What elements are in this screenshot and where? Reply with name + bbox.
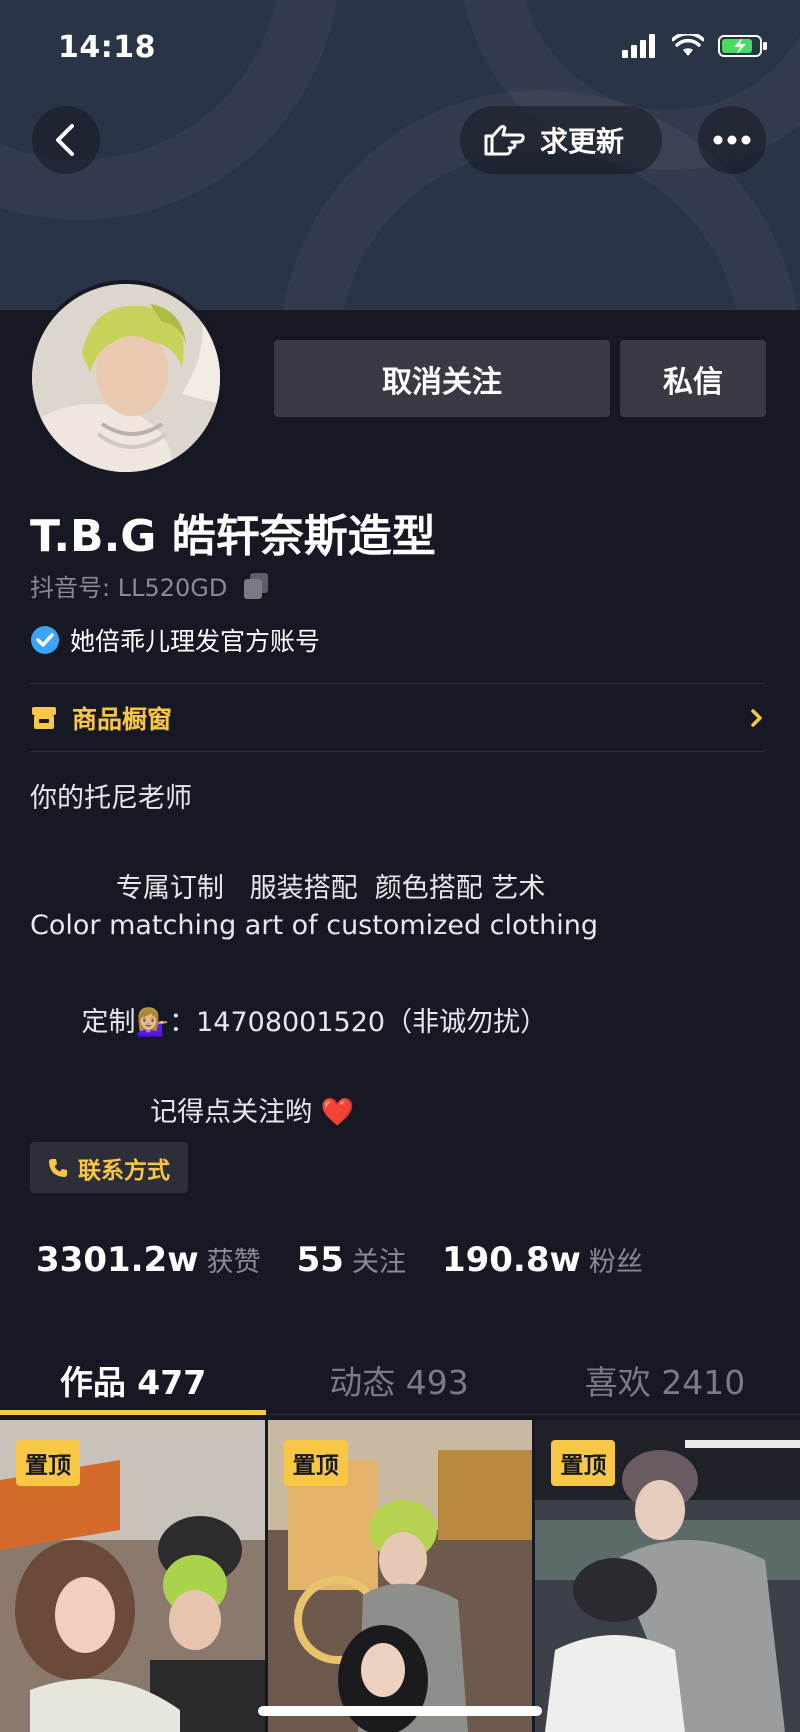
bio-line: Color matching art of customized clothin… — [30, 910, 598, 941]
phone-icon — [49, 1158, 67, 1177]
tab-active-indicator — [0, 1410, 266, 1415]
shop-window-row[interactable]: 商品橱窗 — [30, 684, 765, 752]
signal-icon — [622, 34, 655, 58]
profile-tabs: 作品 477 动态 493 喜欢 2410 — [0, 1340, 800, 1420]
status-time: 14:18 — [58, 30, 156, 65]
likes-stat: 3301.2w 获赞 — [36, 1240, 261, 1280]
status-bar: 14:18 — [0, 0, 800, 100]
bio-line: 专属订制 服装搭配 颜色搭配 艺术 — [30, 873, 546, 904]
pinned-badge: 置顶 — [283, 1440, 348, 1486]
divider — [30, 751, 765, 752]
battery-charging-icon — [718, 35, 767, 57]
copy-icon[interactable] — [241, 571, 271, 601]
followers-count: 190.8w — [441, 1240, 581, 1280]
request-update-button[interactable]: 求更新 — [460, 106, 662, 174]
back-button[interactable] — [32, 106, 100, 174]
profile-name: T.B.G 皓轩奈斯造型 — [30, 511, 436, 562]
followers-label: 粉丝 — [588, 1247, 643, 1278]
tab-works[interactable]: 作品 477 — [0, 1340, 266, 1420]
following-label: 关注 — [351, 1247, 406, 1278]
bio-line: 记得点关注哟 ❤️ — [30, 1097, 355, 1128]
verified-text: 她倍乖儿理发官方账号 — [70, 627, 321, 656]
verified-check-icon — [31, 626, 59, 654]
more-button[interactable] — [698, 106, 766, 174]
hand-pointing-icon — [484, 125, 525, 156]
contact-label: 联系方式 — [78, 1157, 170, 1184]
tab-activity[interactable]: 动态 493 — [266, 1340, 532, 1420]
video-thumbnail[interactable]: 置顶 — [267, 1420, 533, 1732]
likes-count: 3301.2w — [36, 1240, 199, 1280]
verified-row: 她倍乖儿理发官方账号 — [30, 622, 320, 658]
douyin-id-row: 抖音号: LL520GD — [30, 568, 271, 603]
shop-icon — [32, 707, 56, 729]
home-indicator[interactable] — [258, 1706, 542, 1716]
following-stat[interactable]: 55 关注 — [297, 1240, 406, 1280]
unfollow-button[interactable]: 取消关注 — [274, 340, 610, 417]
bio-line: 你的托尼老师 — [30, 783, 192, 814]
request-update-label: 求更新 — [540, 125, 625, 158]
following-count: 55 — [296, 1240, 344, 1280]
likes-label: 获赞 — [206, 1247, 261, 1278]
chevron-left-icon — [56, 124, 74, 156]
pinned-badge: 置顶 — [16, 1440, 80, 1486]
avatar-photo — [32, 284, 220, 472]
avatar[interactable] — [28, 280, 224, 476]
bio-line: 定制💁🏼‍♀️：14708001520（非诚勿扰） — [30, 1007, 548, 1038]
profile-stats: 3301.2w 获赞 55 关注 190.8w 粉丝 — [36, 1240, 643, 1280]
video-grid: 置顶 置顶 置顶 — [0, 1420, 800, 1732]
tab-likes[interactable]: 喜欢 2410 — [532, 1340, 798, 1420]
shop-window-label: 商品橱窗 — [72, 705, 173, 734]
more-dots-icon — [713, 135, 751, 145]
wifi-icon — [672, 34, 704, 56]
douyin-id: 抖音号: LL520GD — [30, 574, 228, 602]
video-thumbnail[interactable]: 置顶 — [535, 1420, 800, 1732]
followers-stat[interactable]: 190.8w 粉丝 — [442, 1240, 643, 1280]
chevron-right-icon — [751, 709, 762, 727]
contact-button[interactable]: 联系方式 — [30, 1142, 188, 1193]
video-thumbnail[interactable]: 置顶 — [0, 1420, 265, 1732]
pinned-badge: 置顶 — [551, 1440, 616, 1486]
message-button[interactable]: 私信 — [620, 340, 766, 417]
